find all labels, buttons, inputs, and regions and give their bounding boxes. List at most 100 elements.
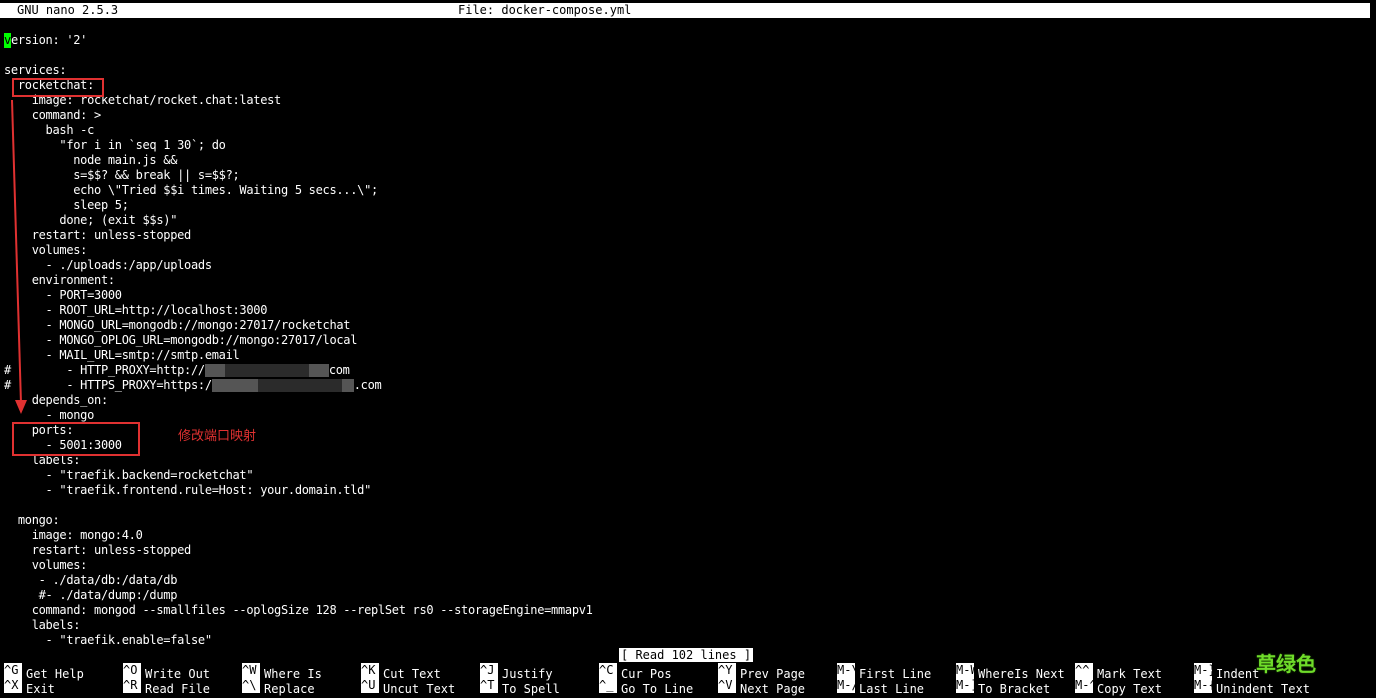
shortcut-key: M-W bbox=[956, 663, 974, 678]
editor-line[interactable]: - MONGO_URL=mongodb://mongo:27017/rocket… bbox=[4, 318, 1374, 333]
shortcut-whereis-next[interactable]: M-WWhereIs Next bbox=[956, 663, 1065, 681]
shortcut-label: Read File bbox=[145, 682, 211, 696]
shortcut-read-file[interactable]: ^R Read File bbox=[123, 678, 211, 696]
shortcut-key: ^K bbox=[361, 663, 379, 678]
shortcut-key: ^G bbox=[4, 663, 22, 678]
shortcut-key: M-} bbox=[1194, 663, 1212, 678]
shortcut-to-spell[interactable]: ^T To Spell bbox=[480, 678, 560, 696]
annotation-note: 修改端口映射 bbox=[178, 429, 257, 444]
editor-area[interactable]: version: '2' services: rocketchat: image… bbox=[4, 33, 1374, 648]
redacted-block bbox=[308, 364, 329, 377]
editor-line[interactable]: - ./data/db:/data/db bbox=[4, 573, 1374, 588]
editor-line[interactable]: node main.js && bbox=[4, 153, 1374, 168]
file-name: File: docker-compose.yml bbox=[458, 3, 632, 17]
editor-line[interactable]: services: bbox=[4, 63, 1374, 78]
shortcut-to-bracket[interactable]: M-] To Bracket bbox=[956, 678, 1051, 696]
rocketchat-highlight-box bbox=[12, 78, 104, 97]
editor-line[interactable]: mongo: bbox=[4, 513, 1374, 528]
editor-line[interactable]: s=$$? && break || s=$$?; bbox=[4, 168, 1374, 183]
shortcut-key: M-\ bbox=[837, 663, 855, 678]
shortcut-indent[interactable]: M-}Indent bbox=[1194, 663, 1259, 681]
shortcut-key: ^R bbox=[123, 678, 141, 693]
redacted-block bbox=[341, 379, 354, 392]
editor-line[interactable]: - ./uploads:/app/uploads bbox=[4, 258, 1374, 273]
editor-line[interactable]: - "traefik.enable=false" bbox=[4, 633, 1374, 648]
shortcut-label: Next Page bbox=[740, 682, 806, 696]
shortcut-next-page[interactable]: ^V Next Page bbox=[718, 678, 806, 696]
shortcut-mark-text[interactable]: ^^ Mark Text bbox=[1075, 663, 1162, 681]
shortcut-cur-pos[interactable]: ^C Cur Pos bbox=[599, 663, 672, 681]
editor-line[interactable]: - PORT=3000 bbox=[4, 288, 1374, 303]
editor-line[interactable]: restart: unless-stopped bbox=[4, 228, 1374, 243]
shortcut-label: Copy Text bbox=[1097, 682, 1163, 696]
editor-line[interactable]: - mongo bbox=[4, 408, 1374, 423]
shortcut-prev-page[interactable]: ^Y Prev Page bbox=[718, 663, 805, 681]
ports-highlight-box bbox=[12, 422, 140, 456]
editor-line[interactable]: volumes: bbox=[4, 558, 1374, 573]
status-message: [ Read 102 lines ] bbox=[619, 648, 754, 662]
shortcut-label: Unindent Text bbox=[1216, 682, 1310, 696]
shortcut-last-line[interactable]: M-/ Last Line bbox=[837, 678, 925, 696]
shortcut-key: ^\ bbox=[242, 678, 260, 693]
shortcut-unindent-text[interactable]: M-{Unindent Text bbox=[1194, 678, 1310, 696]
editor-line[interactable]: # - HTTPS_PROXY=https:/ .com bbox=[4, 378, 1374, 393]
shortcut-write-out[interactable]: ^O Write Out bbox=[123, 663, 210, 681]
editor-line[interactable]: depends_on: bbox=[4, 393, 1374, 408]
editor-line[interactable]: volumes: bbox=[4, 243, 1374, 258]
editor-line[interactable]: image: mongo:4.0 bbox=[4, 528, 1374, 543]
shortcut-key: ^J bbox=[480, 663, 498, 678]
shortcut-key: M-^ bbox=[1075, 678, 1093, 693]
editor-line[interactable]: restart: unless-stopped bbox=[4, 543, 1374, 558]
shortcut-label: To Bracket bbox=[978, 682, 1051, 696]
editor-line[interactable]: - "traefik.frontend.rule=Host: your.doma… bbox=[4, 483, 1374, 498]
editor-line[interactable]: environment: bbox=[4, 273, 1374, 288]
editor-line[interactable]: sleep 5; bbox=[4, 198, 1374, 213]
shortcut-key: ^_ bbox=[599, 678, 617, 693]
editor-line[interactable]: rocketchat: bbox=[4, 78, 1374, 93]
shortcut-replace[interactable]: ^\ Replace bbox=[242, 678, 315, 696]
shortcut-first-line[interactable]: M-\First Line bbox=[837, 663, 931, 681]
editor-line[interactable] bbox=[4, 498, 1374, 513]
editor-line[interactable]: bash -c bbox=[4, 123, 1374, 138]
shortcut-get-help[interactable]: ^G Get Help bbox=[4, 663, 84, 681]
editor-line[interactable]: - ROOT_URL=http://localhost:3000 bbox=[4, 303, 1374, 318]
shortcut-label: Uncut Text bbox=[383, 682, 456, 696]
shortcut-key: ^Y bbox=[718, 663, 736, 678]
shortcut-exit[interactable]: ^X Exit bbox=[4, 678, 55, 696]
editor-line[interactable] bbox=[4, 48, 1374, 63]
app-name: GNU nano 2.5.3 bbox=[17, 3, 119, 17]
shortcut-key: ^V bbox=[718, 678, 736, 693]
editor-line[interactable]: - MONGO_OPLOG_URL=mongodb://mongo:27017/… bbox=[4, 333, 1374, 348]
shortcut-justify[interactable]: ^J Justify bbox=[480, 663, 553, 681]
shortcut-key: ^^ bbox=[1075, 663, 1093, 678]
editor-line[interactable]: command: > bbox=[4, 108, 1374, 123]
editor-line[interactable]: image: rocketchat/rocket.chat:latest bbox=[4, 93, 1374, 108]
editor-line[interactable]: command: mongod --smallfiles --oplogSize… bbox=[4, 603, 1374, 618]
shortcut-where-is[interactable]: ^W Where Is bbox=[242, 663, 322, 681]
proxy-domain-suffix: com bbox=[328, 363, 350, 377]
editor-line[interactable]: - "traefik.backend=rocketchat" bbox=[4, 468, 1374, 483]
editor-line[interactable]: #- ./data/dump:/dump bbox=[4, 588, 1374, 603]
editor-line[interactable]: labels: bbox=[4, 453, 1374, 468]
line-text: # - HTTPS_PROXY=https:/ bbox=[4, 378, 212, 392]
editor-line[interactable]: labels: bbox=[4, 618, 1374, 633]
editor-line[interactable]: echo \"Tried $$i times. Waiting 5 secs..… bbox=[4, 183, 1374, 198]
shortcut-cut-text[interactable]: ^K Cut Text bbox=[361, 663, 441, 681]
shortcut-go-to-line[interactable]: ^_ Go To Line bbox=[599, 678, 693, 696]
editor-line[interactable]: version: '2' bbox=[4, 33, 1374, 48]
text-cursor: v bbox=[4, 33, 11, 48]
shortcut-copy-text[interactable]: M-^ Copy Text bbox=[1075, 678, 1163, 696]
shortcut-label: To Spell bbox=[502, 682, 560, 696]
shortcut-key: ^U bbox=[361, 678, 379, 693]
shortcut-key: ^W bbox=[242, 663, 260, 678]
editor-line[interactable]: - MAIL_URL=smtp://smtp.email bbox=[4, 348, 1374, 363]
shortcut-key: ^T bbox=[480, 678, 498, 693]
proxy-domain-suffix: .com bbox=[353, 378, 382, 392]
shortcut-key: M-/ bbox=[837, 678, 855, 693]
editor-line[interactable]: done; (exit $$s)" bbox=[4, 213, 1374, 228]
shortcut-uncut-text[interactable]: ^U Uncut Text bbox=[361, 678, 456, 696]
editor-line[interactable]: # - HTTP_PROXY=http:// com bbox=[4, 363, 1374, 378]
editor-line[interactable]: "for i in `seq 1 30`; do bbox=[4, 138, 1374, 153]
shortcut-label: Last Line bbox=[859, 682, 925, 696]
shortcut-key: M-] bbox=[956, 678, 974, 693]
